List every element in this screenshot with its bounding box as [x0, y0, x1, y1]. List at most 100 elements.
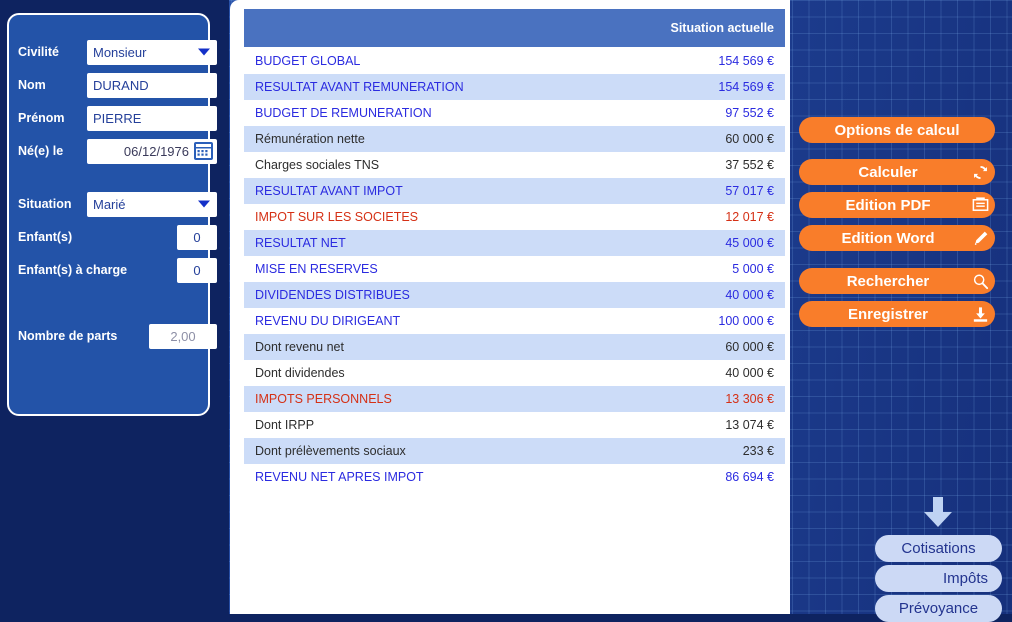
date-naissance-input[interactable]: 06/12/1976: [87, 138, 217, 164]
arrow-down-icon: [924, 497, 952, 527]
left-column: Civilité Monsieur Nom DURAND Prénom PIER…: [0, 0, 229, 614]
label-situation: Situation: [18, 197, 72, 211]
row-label: RESULTAT AVANT IMPOT: [255, 184, 403, 198]
action-edition-pdf-label: Edition PDF: [845, 196, 931, 214]
row-value: 60 000 €: [725, 132, 774, 146]
column-header-situation-actuelle: Situation actuelle: [670, 21, 775, 35]
row-label: DIVIDENDES DISTRIBUES: [255, 288, 410, 302]
table-row[interactable]: MISE EN RESERVES 5 000 €: [244, 256, 785, 282]
table-row[interactable]: REVENU NET APRES IMPOT 86 694 €: [244, 464, 785, 490]
row-label: RESULTAT AVANT REMUNERATION: [255, 80, 464, 94]
results-table-header: Situation actuelle: [244, 9, 785, 47]
printer-icon: [965, 196, 995, 214]
person-info-card: Civilité Monsieur Nom DURAND Prénom PIER…: [7, 13, 217, 416]
form-row-nom: Nom DURAND: [9, 70, 217, 100]
label-prenom: Prénom: [18, 111, 65, 125]
action-edition-pdf[interactable]: Edition PDF: [799, 192, 995, 218]
civilite-select[interactable]: Monsieur: [87, 39, 217, 65]
results-panel: Situation actuelle BUDGET GLOBAL 154 569 …: [230, 0, 1002, 622]
situation-select[interactable]: Marié: [87, 191, 217, 217]
table-row[interactable]: DIVIDENDES DISTRIBUES 40 000 €: [244, 282, 785, 308]
detail-button-cotisations-label: Cotisations: [901, 540, 976, 557]
row-value: 60 000 €: [725, 340, 774, 354]
table-row[interactable]: Dont dividendes 40 000 €: [244, 360, 785, 386]
table-row[interactable]: BUDGET GLOBAL 154 569 €: [244, 48, 785, 74]
nom-input[interactable]: DURAND: [87, 72, 217, 98]
row-value: 13 306 €: [725, 392, 774, 406]
table-row[interactable]: BUDGET DE REMUNERATION 97 552 €: [244, 100, 785, 126]
form-row-civilite: Civilité Monsieur: [9, 37, 217, 67]
table-row[interactable]: Dont IRPP 13 074 €: [244, 412, 785, 438]
form-row-enfants-a-charge: Enfant(s) à charge 0: [9, 255, 217, 285]
row-value: 233 €: [742, 444, 774, 458]
row-value: 37 552 €: [725, 158, 774, 172]
row-label: Dont IRPP: [255, 418, 315, 432]
row-value: 100 000 €: [718, 314, 774, 328]
pencil-icon: [965, 229, 995, 248]
chevron-down-icon: [198, 200, 210, 208]
label-date-naissance: Né(e) le: [18, 144, 64, 158]
detail-button-cotisations[interactable]: Cotisations: [875, 535, 1002, 562]
download-icon: [965, 305, 995, 324]
label-enfants: Enfant(s): [18, 230, 73, 244]
table-row[interactable]: REVENU DU DIRIGEANT 100 000 €: [244, 308, 785, 334]
row-label: Dont dividendes: [255, 366, 345, 380]
nombre-de-parts-value-field: 2,00: [149, 323, 217, 349]
action-calculer[interactable]: Calculer: [799, 159, 995, 185]
arrow-shaft: [933, 497, 943, 513]
nom-value: DURAND: [93, 77, 149, 93]
row-label: Dont revenu net: [255, 340, 344, 354]
row-label: BUDGET DE REMUNERATION: [255, 106, 432, 120]
table-row[interactable]: Charges sociales TNS 37 552 €: [244, 152, 785, 178]
detail-button-prevoyance[interactable]: Prévoyance: [875, 595, 1002, 622]
enfants-value: 0: [193, 229, 201, 245]
action-rechercher-label: Rechercher: [846, 272, 930, 290]
detail-button-impots-label: Impôts: [942, 570, 988, 587]
row-value: 12 017 €: [725, 210, 774, 224]
row-label: Charges sociales TNS: [255, 158, 380, 172]
table-row[interactable]: RESULTAT NET 45 000 €: [244, 230, 785, 256]
form-row-enfants: Enfant(s) 0: [9, 222, 217, 252]
row-label: BUDGET GLOBAL: [255, 54, 361, 68]
enfants-a-charge-input[interactable]: 0: [177, 257, 217, 283]
row-label: Rémunération nette: [255, 132, 365, 146]
action-options-de-calcul-label: Options de calcul: [834, 121, 960, 139]
form-row-nombre-de-parts: Nombre de parts 2,00: [9, 321, 217, 351]
form-row-situation: Situation Marié: [9, 189, 217, 219]
table-row[interactable]: IMPOT SUR LES SOCIETES 12 017 €: [244, 204, 785, 230]
table-row[interactable]: Dont revenu net 60 000 €: [244, 334, 785, 360]
results-table-body: BUDGET GLOBAL 154 569 € RESULTAT AVANT REM…: [244, 48, 785, 490]
row-value: 40 000 €: [725, 366, 774, 380]
row-value: 45 000 €: [725, 236, 774, 250]
row-label: REVENU DU DIRIGEANT: [255, 314, 401, 328]
table-row[interactable]: Rémunération nette 60 000 €: [244, 126, 785, 152]
action-enregistrer[interactable]: Enregistrer: [799, 301, 995, 327]
label-enfants-a-charge: Enfant(s) à charge: [18, 263, 128, 277]
table-row[interactable]: RESULTAT AVANT REMUNERATION 154 569 €: [244, 74, 785, 100]
row-value: 5 000 €: [732, 262, 774, 276]
action-calculer-label: Calculer: [858, 163, 918, 181]
calendar-icon[interactable]: [194, 142, 213, 160]
row-label: REVENU NET APRES IMPOT: [255, 470, 424, 484]
table-row[interactable]: IMPOTS PERSONNELS 13 306 €: [244, 386, 785, 412]
civilite-value: Monsieur: [93, 44, 147, 60]
magnifier-icon: [965, 272, 995, 291]
table-row[interactable]: RESULTAT AVANT IMPOT 57 017 €: [244, 178, 785, 204]
action-rechercher[interactable]: Rechercher: [799, 268, 995, 294]
row-value: 97 552 €: [725, 106, 774, 120]
row-value: 40 000 €: [725, 288, 774, 302]
label-nom: Nom: [18, 78, 46, 92]
enfants-a-charge-value: 0: [193, 262, 201, 278]
row-value: 13 074 €: [725, 418, 774, 432]
row-label: MISE EN RESERVES: [255, 262, 378, 276]
action-options-de-calcul[interactable]: Options de calcul: [799, 117, 995, 143]
action-enregistrer-label: Enregistrer: [847, 305, 929, 323]
label-nombre-de-parts: Nombre de parts: [18, 329, 118, 343]
form-row-prenom: Prénom PIERRE: [9, 103, 217, 133]
label-civilite: Civilité: [18, 45, 59, 59]
table-row[interactable]: Dont prélèvements sociaux 233 €: [244, 438, 785, 464]
detail-button-impots[interactable]: Impôts: [875, 565, 1002, 592]
action-edition-word[interactable]: Edition Word: [799, 225, 995, 251]
enfants-input[interactable]: 0: [177, 224, 217, 250]
prenom-input[interactable]: PIERRE: [87, 105, 217, 131]
